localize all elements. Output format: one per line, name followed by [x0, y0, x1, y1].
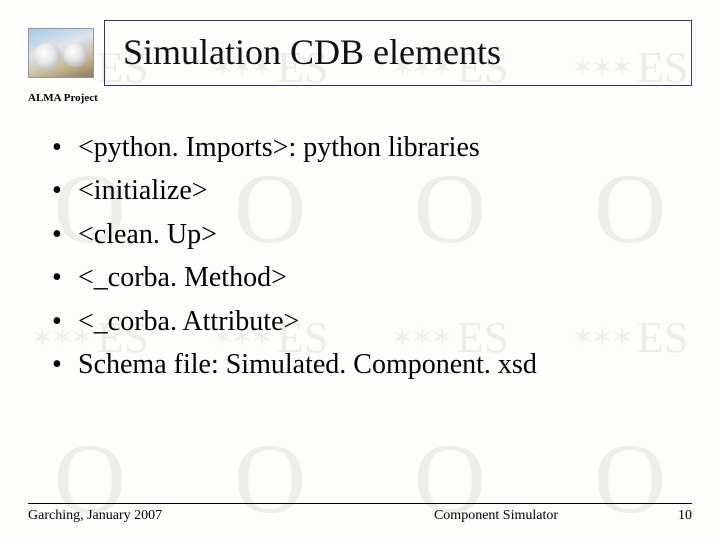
slide-header: Simulation CDB elements — [28, 20, 692, 86]
slide-footer: Garching, January 2007 Component Simulat… — [28, 503, 692, 524]
list-item: <clean. Up> — [52, 213, 692, 256]
list-item: <_corba. Attribute> — [52, 300, 692, 343]
list-item: <python. Imports>: python libraries — [52, 126, 692, 169]
title-box: Simulation CDB elements — [104, 20, 692, 86]
footer-page-number: 10 — [652, 508, 692, 524]
footer-divider — [28, 503, 692, 504]
slide-content: Simulation CDB elements ALMA Project <py… — [0, 0, 720, 540]
project-label: ALMA Project — [28, 92, 692, 104]
footer-subtitle: Component Simulator — [340, 508, 652, 524]
alma-logo — [28, 28, 94, 78]
bullet-list: <python. Imports>: python libraries <ini… — [28, 126, 692, 386]
list-item: <initialize> — [52, 169, 692, 212]
slide-title: Simulation CDB elements — [123, 31, 673, 73]
list-item: Schema file: Simulated. Component. xsd — [52, 343, 692, 386]
list-item: <_corba. Method> — [52, 256, 692, 299]
footer-location-date: Garching, January 2007 — [28, 508, 340, 524]
